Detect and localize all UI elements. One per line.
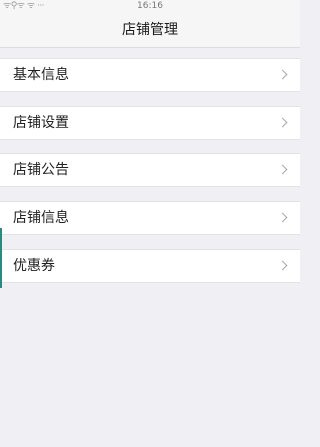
menu-item-store-announcement[interactable]: 店铺公告 xyxy=(0,153,300,187)
menu-item-label: 店铺设置 xyxy=(13,115,69,131)
menu-item-coupons[interactable]: 优惠券 xyxy=(0,249,300,283)
status-bar: ᯤ⚲ᯤ ᯤ ··· 16:16 xyxy=(0,0,300,14)
chevron-right-icon xyxy=(277,117,288,128)
page-title: 店铺管理 xyxy=(122,22,178,38)
chevron-right-icon xyxy=(277,212,288,223)
edge-accent xyxy=(0,228,2,288)
menu-item-store-info[interactable]: 店铺信息 xyxy=(0,201,300,235)
chevron-right-icon xyxy=(277,164,288,175)
chevron-right-icon xyxy=(277,260,288,271)
menu-item-label: 基本信息 xyxy=(13,67,69,83)
menu-item-label: 店铺公告 xyxy=(13,162,69,178)
chevron-right-icon xyxy=(277,69,288,80)
menu-item-store-settings[interactable]: 店铺设置 xyxy=(0,106,300,140)
status-time: 16:16 xyxy=(137,1,163,11)
menu-item-label: 优惠券 xyxy=(13,258,55,274)
menu-item-label: 店铺信息 xyxy=(13,210,69,226)
nav-bar: 店铺管理 xyxy=(0,14,300,48)
menu-item-basic-info[interactable]: 基本信息 xyxy=(0,58,300,92)
